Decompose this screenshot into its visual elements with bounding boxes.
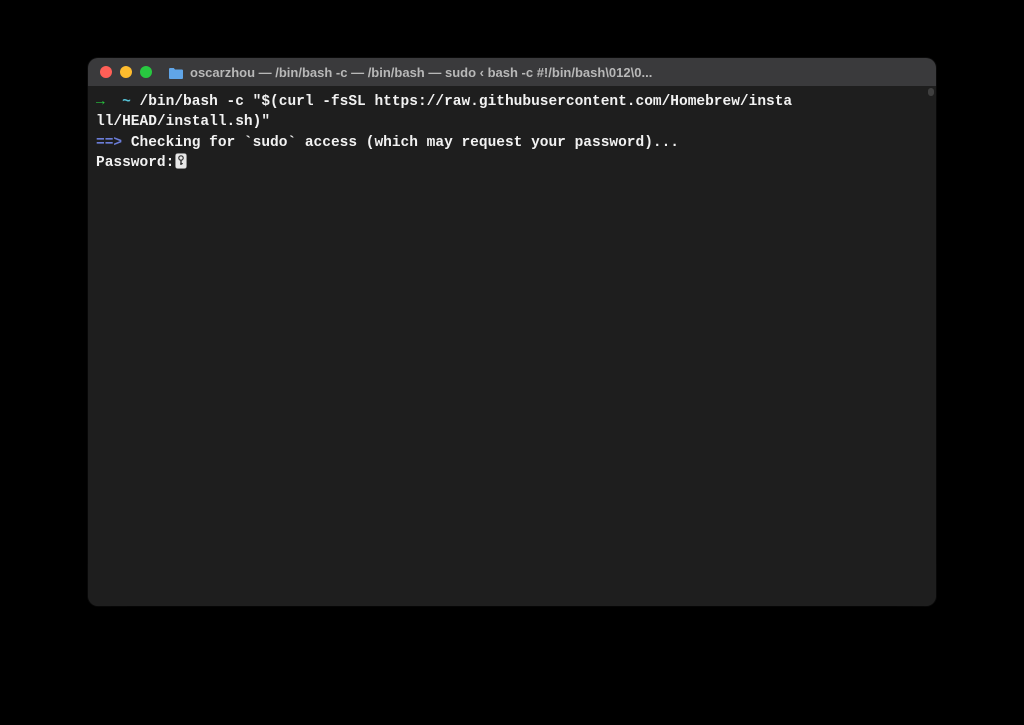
password-line: Password: xyxy=(96,153,928,173)
status-arrow-icon: ==> xyxy=(96,135,122,151)
traffic-lights xyxy=(100,66,152,78)
command-line-wrap: ll/HEAD/install.sh)" xyxy=(96,112,928,132)
terminal-body[interactable]: → ~ /bin/bash -c "$(curl -fsSL https://r… xyxy=(88,86,936,606)
status-message: Checking for `sudo` access (which may re… xyxy=(131,135,679,151)
window-title: oscarzhou — /bin/bash -c — /bin/bash — s… xyxy=(190,65,652,80)
folder-icon xyxy=(168,66,184,78)
minimize-button[interactable] xyxy=(120,66,132,78)
prompt-location: ~ xyxy=(122,94,131,110)
terminal-window: oscarzhou — /bin/bash -c — /bin/bash — s… xyxy=(88,58,936,606)
command-text-1: /bin/bash -c "$(curl -fsSL https://raw.g… xyxy=(140,94,793,110)
prompt-arrow-icon: → xyxy=(96,94,105,110)
title-bar[interactable]: oscarzhou — /bin/bash -c — /bin/bash — s… xyxy=(88,58,936,86)
title-content: oscarzhou — /bin/bash -c — /bin/bash — s… xyxy=(168,65,924,80)
password-prompt: Password: xyxy=(96,155,174,171)
maximize-button[interactable] xyxy=(140,66,152,78)
command-text-2: ll/HEAD/install.sh)" xyxy=(96,114,270,130)
close-button[interactable] xyxy=(100,66,112,78)
command-line: → ~ /bin/bash -c "$(curl -fsSL https://r… xyxy=(96,92,928,112)
key-icon xyxy=(175,153,187,169)
status-line: ==> Checking for `sudo` access (which ma… xyxy=(96,133,928,153)
scrollbar[interactable] xyxy=(928,88,934,96)
